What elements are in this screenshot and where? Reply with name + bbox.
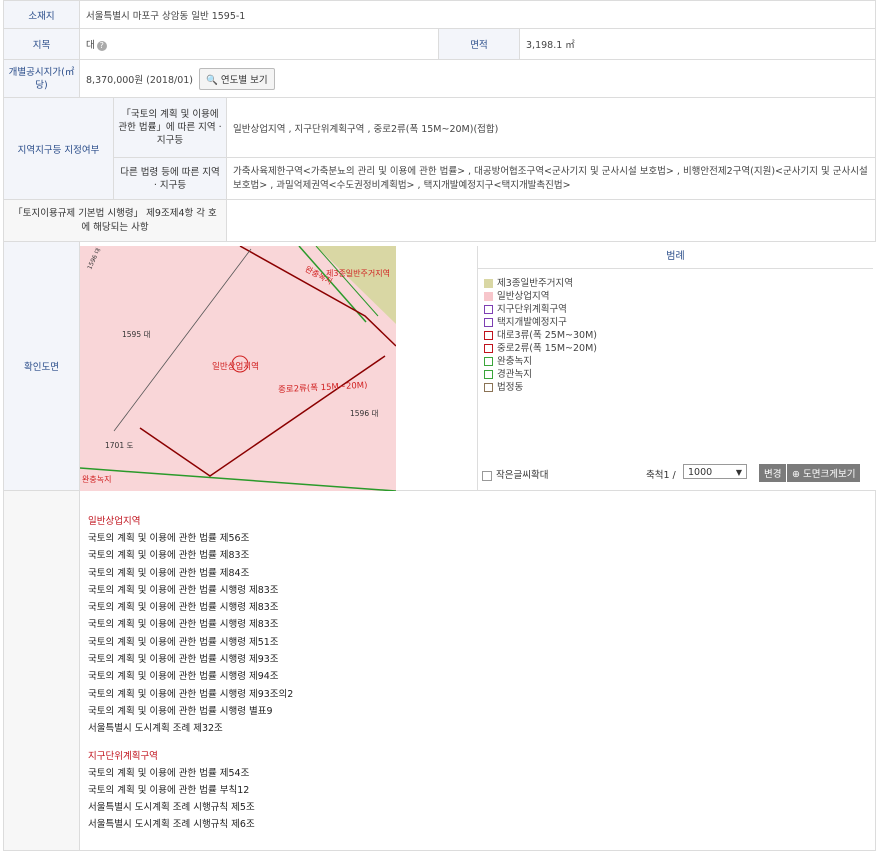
map-label: 확인도면 [3,241,80,491]
help-icon[interactable]: ? [96,40,107,51]
scale-label: 축척1 / [646,470,676,481]
search-icon: 🔍 [206,74,218,86]
enforcement-label: 「토지이용규제 기본법 시행령」 제9조제4항 각 호에 해당되는 사항 [3,199,227,242]
chevron-down-icon: ▼ [735,468,742,477]
legend-label: 지구단위계획구역 [497,304,567,315]
zoning-label: 지역지구등 지정여부 [3,97,114,200]
laws-cell: 일반상업지역 국토의 계획 및 이용에 관한 법률 제56조 국토의 계획 및 이용… [79,490,876,851]
zoom-text-checkbox[interactable] [482,470,492,481]
legend-panel: 범례 제3종일반주거지역일반상업지역지구단위계획구역택지개발예정지구대로3류(폭… [477,246,873,491]
law-group-heading[interactable]: 지구단위계획구역 [88,748,875,765]
road-boundary-lower [139,355,386,477]
law-item[interactable]: 국토의 계획 및 이용에 관한 법률 시행령 제83조 [88,616,875,633]
law-item[interactable]: 국토의 계획 및 이용에 관한 법률 부칙12 [88,782,875,799]
law-item[interactable]: 국토의 계획 및 이용에 관한 법률 시행령 제83조 [88,582,875,599]
law-item[interactable]: 국토의 계획 및 이용에 관한 법률 시행령 제93조 [88,651,875,668]
land-use-info-table: 소재지 서울특별시 마포구 상암동 일반 1595-1 지목 대? 면적 3,1… [3,0,876,851]
scale-change-button[interactable]: 변경 [759,464,787,482]
map-label-parcel-1596: 1596 대 [350,409,379,418]
location-label: 소재지 [3,0,80,29]
law-item[interactable]: 국토의 계획 및 이용에 관한 법률 제83조 [88,547,875,564]
zoom-text-option[interactable]: 작은글씨확대 [482,467,548,481]
law-item[interactable]: 서울특별시 도시계획 조례 시행규칙 제5조 [88,799,875,816]
enforcement-value [226,199,876,242]
land-price-label: 개별공시지가(㎡당) [3,59,80,98]
law-item[interactable]: 국토의 계획 및 이용에 관한 법률 시행령 제51조 [88,634,875,651]
location-value: 서울특별시 마포구 상암동 일반 1595-1 [79,0,876,29]
law-item[interactable]: 국토의 계획 및 이용에 관한 법률 제56조 [88,530,875,547]
land-price-cell: 8,370,000원 (2018/01) 🔍 연도별 보기 [79,59,876,98]
enlarge-map-label: 도면크게보기 [803,469,856,480]
legend-title: 범례 [478,246,873,269]
law-item[interactable]: 국토의 계획 및 이용에 관한 법률 제54조 [88,765,875,782]
legend-swatch [484,318,493,327]
map-label-parcel-1701: 1701 도 [105,441,134,450]
legend-item: 택지개발예정지구 [484,316,873,329]
green-boundary-bottom [80,467,396,491]
legend-label: 대로3류(폭 25M~30M) [497,330,597,341]
land-category-cell: 대? [79,28,439,60]
view-by-year-label: 연도별 보기 [220,74,268,86]
map-cell: 1595 대 1596 대 1701 도 중로2류(폭 15M~20M) 일반상… [79,241,876,491]
legend-item: 중로2류(폭 15M~20M) [484,342,873,355]
law-item[interactable]: 국토의 계획 및 이용에 관한 법률 시행령 제93조의2 [88,686,875,703]
legend-swatch [484,305,493,314]
legend-swatch [484,383,493,392]
enlarge-map-button[interactable]: ⊕ 도면크게보기 [787,464,861,482]
law-item[interactable]: 국토의 계획 및 이용에 관한 법률 제84조 [88,565,875,582]
legend-label: 법정동 [497,382,524,393]
area-label: 면적 [438,28,520,60]
law-group-heading[interactable]: 일반상업지역 [88,513,875,530]
scale-value: 1000 [688,467,713,478]
other-law-zone-label: 다른 법령 등에 따른 지역 · 지구등 [113,157,227,200]
land-price-value: 8,370,000원 (2018/01) [86,74,193,86]
law-item[interactable]: 서울특별시 도시계획 조례 시행규칙 제6조 [88,816,875,833]
legend-item: 경관녹지 [484,368,873,381]
legend-controls: 작은글씨확대 축척1 / 1000 ▼ 변경 ⊕ 도면크게보기 [478,464,873,484]
confirmation-map[interactable]: 1595 대 1596 대 1701 도 중로2류(폭 15M~20M) 일반상… [80,246,396,491]
legend-item: 법정동 [484,381,873,394]
legend-swatch [484,357,493,366]
national-law-zone-value: 일반상업지역 , 지구단위계획구역 , 중로2류(폭 15M~20M)(접합) [226,97,876,158]
zoom-in-icon: ⊕ [792,469,800,480]
related-laws: 일반상업지역 국토의 계획 및 이용에 관한 법률 제56조 국토의 계획 및 이용… [80,491,875,834]
map-label-zone: 일반상업지역 [212,362,259,372]
legend-label: 택지개발예정지구 [497,317,567,328]
legend-item: 대로3류(폭 25M~30M) [484,329,873,342]
land-category-value: 대 [86,40,95,51]
legend-label: 경관녹지 [497,369,532,380]
legend-label: 일반상업지역 [497,291,550,302]
law-item[interactable]: 서울특별시 도시계획 조례 제32조 [88,720,875,737]
legend-label: 완충녹지 [497,356,532,367]
legend-item: 제3종일반주거지역 [484,277,873,290]
view-by-year-button[interactable]: 🔍 연도별 보기 [199,67,275,90]
legend-list: 제3종일반주거지역일반상업지역지구단위계획구역택지개발예정지구대로3류(폭 25… [478,269,873,394]
land-category-label: 지목 [3,28,80,60]
map-label-parcel-1595: 1595 대 [122,330,151,339]
map-label-top: 제3종일반주거지역 [326,269,390,278]
legend-swatch [484,292,493,301]
legend-item: 일반상업지역 [484,290,873,303]
national-law-zone-label: 「국토의 계획 및 이용에 관한 법률」에 따른 지역 · 지구등 [113,97,227,158]
legend-swatch [484,344,493,353]
scale-select[interactable]: 1000 ▼ [683,464,747,479]
law-item[interactable]: 국토의 계획 및 이용에 관한 법률 시행령 별표9 [88,703,875,720]
parcel-boundary [113,248,252,432]
zoom-text-label: 작은글씨확대 [496,470,549,481]
legend-swatch [484,331,493,340]
law-item[interactable]: 국토의 계획 및 이용에 관한 법률 시행령 제83조 [88,599,875,616]
legend-label: 중로2류(폭 15M~20M) [497,343,597,354]
legend-swatch [484,370,493,379]
legend-label: 제3종일반주거지역 [497,278,573,289]
law-item[interactable]: 국토의 계획 및 이용에 관한 법률 시행령 제94조 [88,668,875,685]
legend-item: 지구단위계획구역 [484,303,873,316]
legend-item: 완충녹지 [484,355,873,368]
map-label-bottom-left: 완충녹지 [82,475,112,484]
area-value: 3,198.1 ㎡ [519,28,876,60]
laws-label-cell [3,490,80,851]
other-law-zone-value: 가축사육제한구역<가축분뇨의 관리 및 이용에 관한 법률> , 대공방어협조구… [226,157,876,200]
legend-swatch [484,279,493,288]
